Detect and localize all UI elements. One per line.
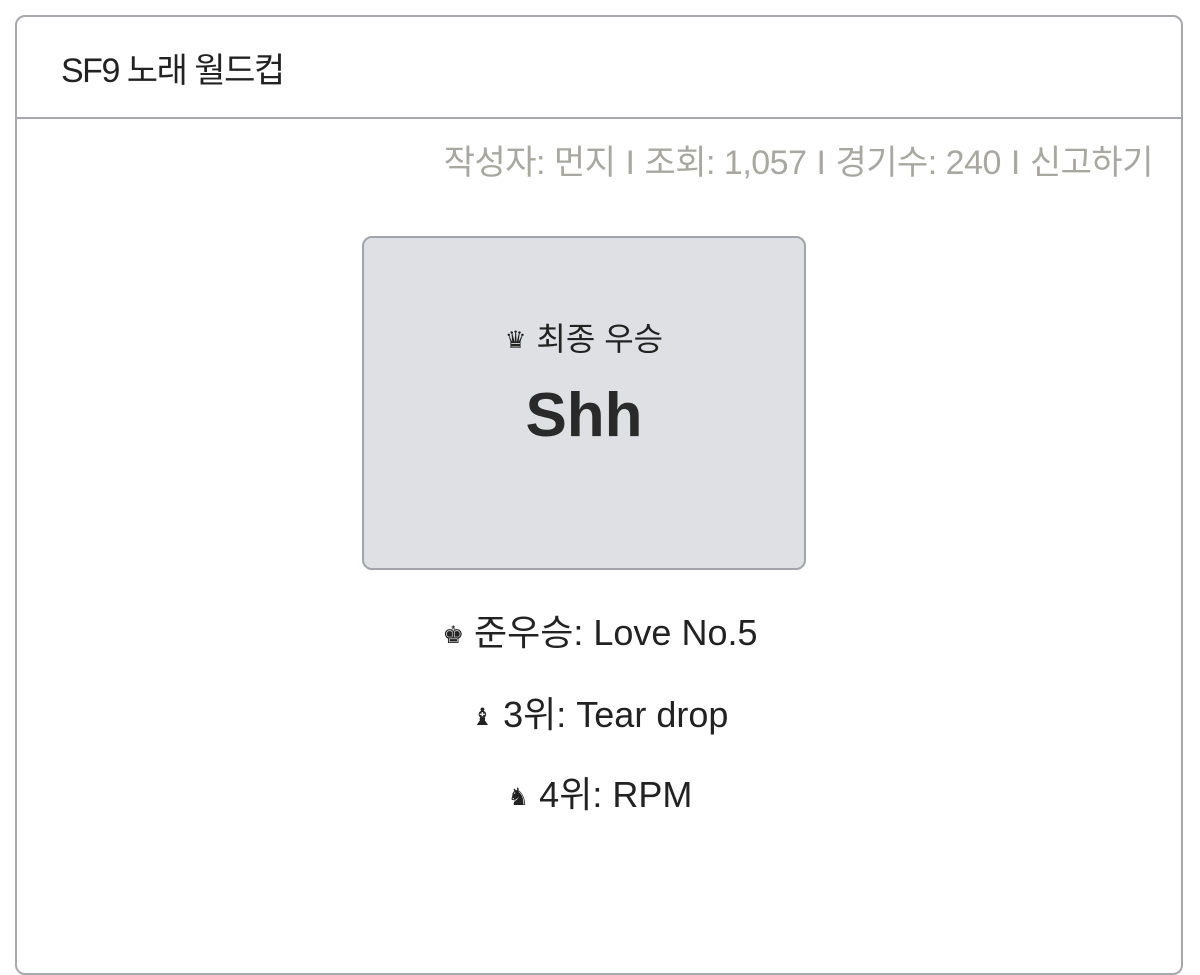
author-label: 작성자: 먼지 xyxy=(443,144,616,182)
views-label: 조회: 1,057 xyxy=(644,144,807,182)
queen-crown-icon: ♛ xyxy=(504,327,527,354)
final-winner-label-text: 최종 우승 xyxy=(536,321,664,357)
matches-label: 경기수: 240 xyxy=(835,144,1001,182)
meta-separator: I xyxy=(1010,144,1020,182)
page-title: SF9 노래 월드컵 xyxy=(61,51,285,90)
final-winner-box: ♛ 최종 우승 Shh xyxy=(362,236,806,570)
meta-separator: I xyxy=(816,144,826,182)
king-crown-icon: ♚ xyxy=(442,622,465,649)
card-header: SF9 노래 월드컵 xyxy=(17,17,1181,119)
final-winner-name: Shh xyxy=(525,381,643,450)
knight-piece-icon: ♞ xyxy=(507,784,530,811)
post-meta: 작성자: 먼지 I 조회: 1,057 I 경기수: 240 I 신고하기 xyxy=(443,135,1154,184)
report-link[interactable]: 신고하기 xyxy=(1030,144,1154,182)
runner-up-text: 준우승: Love No.5 xyxy=(474,612,758,653)
fourth-place-line: ♞ 4위: RPM xyxy=(0,766,1200,818)
third-place-text: 3위: Tear drop xyxy=(503,694,729,735)
runner-up-line: ♚ 준우승: Love No.5 xyxy=(0,604,1200,656)
third-place-line: ♝ 3위: Tear drop xyxy=(0,686,1200,738)
meta-separator: I xyxy=(625,144,635,182)
final-winner-label: ♛ 최종 우승 xyxy=(364,314,804,360)
fourth-place-text: 4위: RPM xyxy=(539,774,693,815)
bishop-piece-icon: ♝ xyxy=(471,704,494,731)
